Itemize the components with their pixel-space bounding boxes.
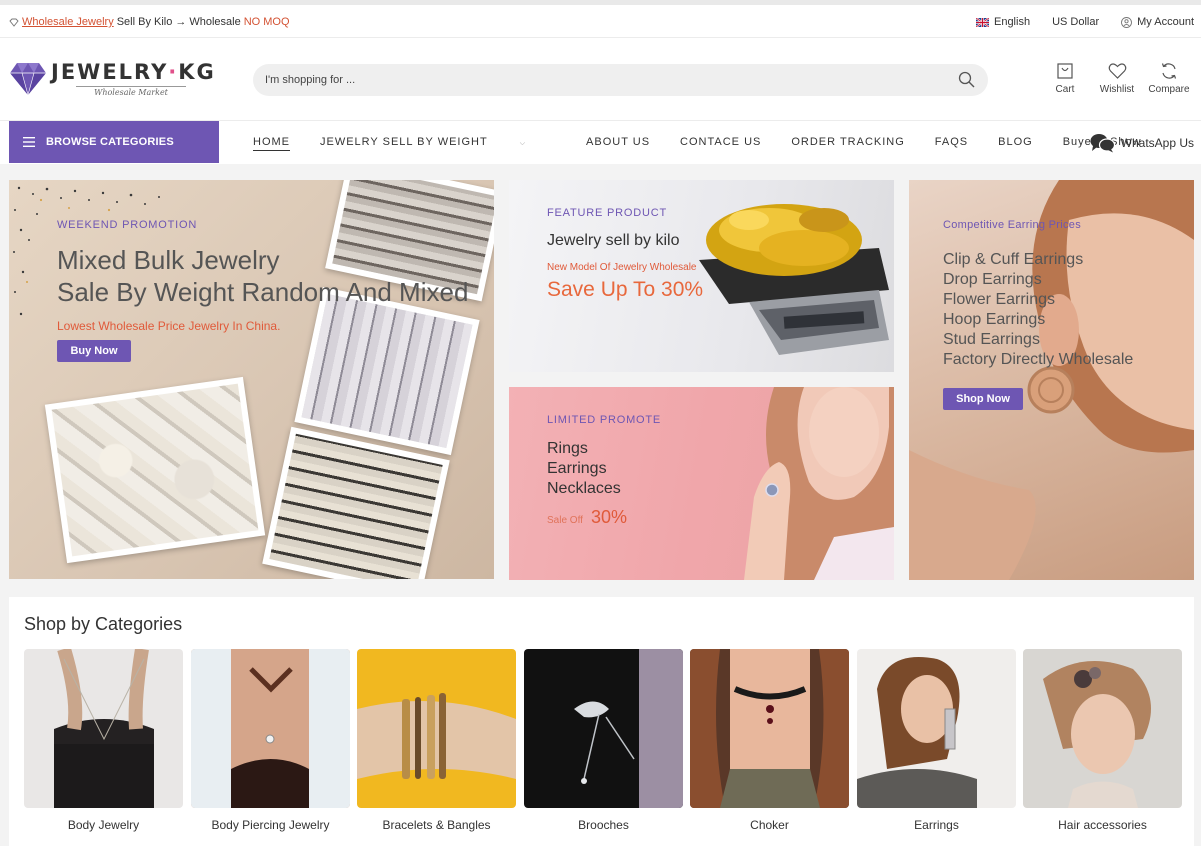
shop-by-categories-section: Shop by Categories Body Jewelry Body Pie…	[9, 597, 1194, 846]
category-image	[690, 649, 849, 808]
chevron-down-icon: ⌵	[519, 140, 527, 147]
model-with-earrings-image	[909, 180, 1194, 580]
header: JEWELRY·KG Wholesale Market Cart Wishlis…	[0, 38, 1201, 120]
weekend-promotion-tag: WEEKEND PROMOTION	[57, 219, 198, 231]
top-promo: Wholesale Jewelry Sell By Kilo → Wholesa…	[9, 16, 290, 28]
weekend-subtitle: Lowest Wholesale Price Jewelry In China.	[57, 319, 281, 333]
logo-wordmark: JEWELRY·KG	[51, 60, 216, 84]
compare-icon	[1161, 63, 1177, 79]
search-icon[interactable]	[958, 71, 975, 88]
whatsapp-link[interactable]: WhatsApp Us	[1090, 133, 1194, 153]
nav-home[interactable]: HOME	[253, 136, 290, 151]
no-moq-text: NO MOQ	[243, 16, 290, 28]
compare-label: Compare	[1148, 84, 1190, 95]
category-label: Earrings	[914, 818, 959, 832]
mixed-jewelry-pile-photo	[44, 376, 266, 564]
wishlist-label: Wishlist	[1099, 84, 1135, 95]
scale-with-gold-chains-image	[699, 204, 889, 355]
main-navbar: BROWSE CATEGORIES HOME JEWELRY SELL BY W…	[0, 120, 1201, 164]
category-image	[857, 649, 1016, 808]
wishlist-button[interactable]: Wishlist	[1091, 62, 1143, 95]
wholesale-text: Wholesale	[189, 16, 241, 28]
diamond-small-icon	[9, 18, 19, 27]
category-earrings[interactable]: Earrings	[857, 649, 1016, 832]
arrow-icon: →	[175, 16, 187, 28]
my-account-link[interactable]: My Account	[1121, 16, 1194, 28]
heart-icon	[1108, 63, 1126, 79]
category-hair-accessories[interactable]: Hair accessories	[1023, 649, 1182, 832]
limited-promote-items: Rings Earrings Necklaces	[547, 440, 621, 497]
browse-categories-button[interactable]: BROWSE CATEGORIES	[9, 121, 219, 163]
cart-button[interactable]: Cart	[1039, 62, 1091, 95]
category-image	[524, 649, 683, 808]
buy-now-button[interactable]: Buy Now	[57, 340, 131, 362]
feature-product-title: Jewelry sell by kilo	[547, 232, 680, 249]
nav-faqs[interactable]: FAQS	[935, 136, 968, 151]
whatsapp-label: WhatsApp Us	[1120, 136, 1194, 150]
browse-categories-label: BROWSE CATEGORIES	[46, 136, 174, 148]
category-choker[interactable]: Choker	[690, 649, 849, 832]
category-image	[357, 649, 516, 808]
earring-type-list: Clip & Cuff Earrings Drop Earrings Flowe…	[943, 251, 1134, 368]
feature-product-banner[interactable]: FEATURE PRODUCT Jewelry sell by kilo New…	[509, 180, 894, 372]
earring-prices-banner[interactable]: Competitive Earring Prices Clip & Cuff E…	[909, 180, 1194, 580]
language-selector[interactable]: English	[975, 16, 1031, 28]
category-label: Hair accessories	[1058, 818, 1147, 832]
currency-selector[interactable]: US Dollar	[1052, 16, 1099, 28]
nav-about-us[interactable]: ABOUT US	[586, 136, 650, 151]
nav-order-tracking[interactable]: ORDER TRACKING	[791, 136, 904, 151]
category-bracelets-bangles[interactable]: Bracelets & Bangles	[357, 649, 516, 832]
feature-product-tag: FEATURE PRODUCT	[547, 207, 667, 219]
category-label: Bracelets & Bangles	[382, 818, 491, 832]
menu-icon	[23, 137, 35, 147]
diamond-logo-icon	[10, 62, 46, 96]
search-input[interactable]	[253, 64, 933, 96]
my-account-label: My Account	[1137, 16, 1194, 28]
user-icon	[1121, 16, 1133, 28]
cart-label: Cart	[1055, 84, 1075, 95]
limited-promote-banner[interactable]: LIMITED PROMOTE Rings Earrings Necklaces…	[509, 387, 894, 580]
section-title: Shop by Categories	[24, 614, 183, 634]
jewelry-wall-photo-2	[294, 286, 480, 456]
category-label: Brooches	[578, 818, 629, 832]
jewelry-wall-photo-3	[262, 426, 450, 579]
category-image	[191, 649, 350, 808]
weekend-promotion-banner[interactable]: WEEKEND PROMOTION Mixed Bulk Jewelry Sal…	[9, 180, 494, 579]
limited-promote-tag: LIMITED PROMOTE	[547, 414, 662, 426]
category-label: Body Jewelry	[67, 818, 140, 832]
weekend-headline: Mixed Bulk Jewelry Sale By Weight Random…	[57, 245, 469, 307]
nav-blog[interactable]: BLOG	[998, 136, 1033, 151]
shop-now-button[interactable]: Shop Now	[943, 388, 1023, 410]
wholesale-jewelry-link[interactable]: Wholesale Jewelry	[22, 16, 114, 28]
category-label: Body Piercing Jewelry	[211, 818, 330, 832]
category-body-jewelry[interactable]: Body Jewelry	[24, 649, 183, 832]
search-bar	[253, 64, 988, 96]
uk-flag-icon	[975, 17, 989, 27]
category-brooches[interactable]: Brooches	[524, 649, 683, 832]
sell-by-kilo-text: Sell By Kilo	[116, 16, 173, 28]
site-logo[interactable]: JEWELRY·KG Wholesale Market	[9, 60, 216, 97]
category-image	[1023, 649, 1182, 808]
category-image	[24, 649, 183, 808]
cart-icon	[1057, 63, 1073, 79]
top-bar: Wholesale Jewelry Sell By Kilo → Wholesa…	[0, 0, 1201, 38]
language-label: English	[993, 16, 1031, 28]
compare-button[interactable]: Compare	[1143, 62, 1195, 95]
sale-off: Sale Off 30%	[547, 507, 627, 527]
nav-jewelry-sell-by-weight[interactable]: JEWELRY SELL BY WEIGHT ⌵	[320, 136, 556, 151]
category-body-piercing-jewelry[interactable]: Body Piercing Jewelry	[191, 649, 350, 832]
feature-product-save: Save Up To 30%	[547, 278, 704, 301]
nav-contact-us[interactable]: CONTACE US	[680, 136, 761, 151]
model-with-ring-image	[744, 387, 894, 580]
earring-prices-tag: Competitive Earring Prices	[943, 219, 1082, 231]
chat-bubbles-icon	[1090, 134, 1115, 153]
logo-tagline: Wholesale Market	[76, 86, 186, 97]
feature-product-subtitle: New Model Of Jewelry Wholesale	[547, 262, 697, 273]
category-label: Choker	[750, 818, 789, 832]
